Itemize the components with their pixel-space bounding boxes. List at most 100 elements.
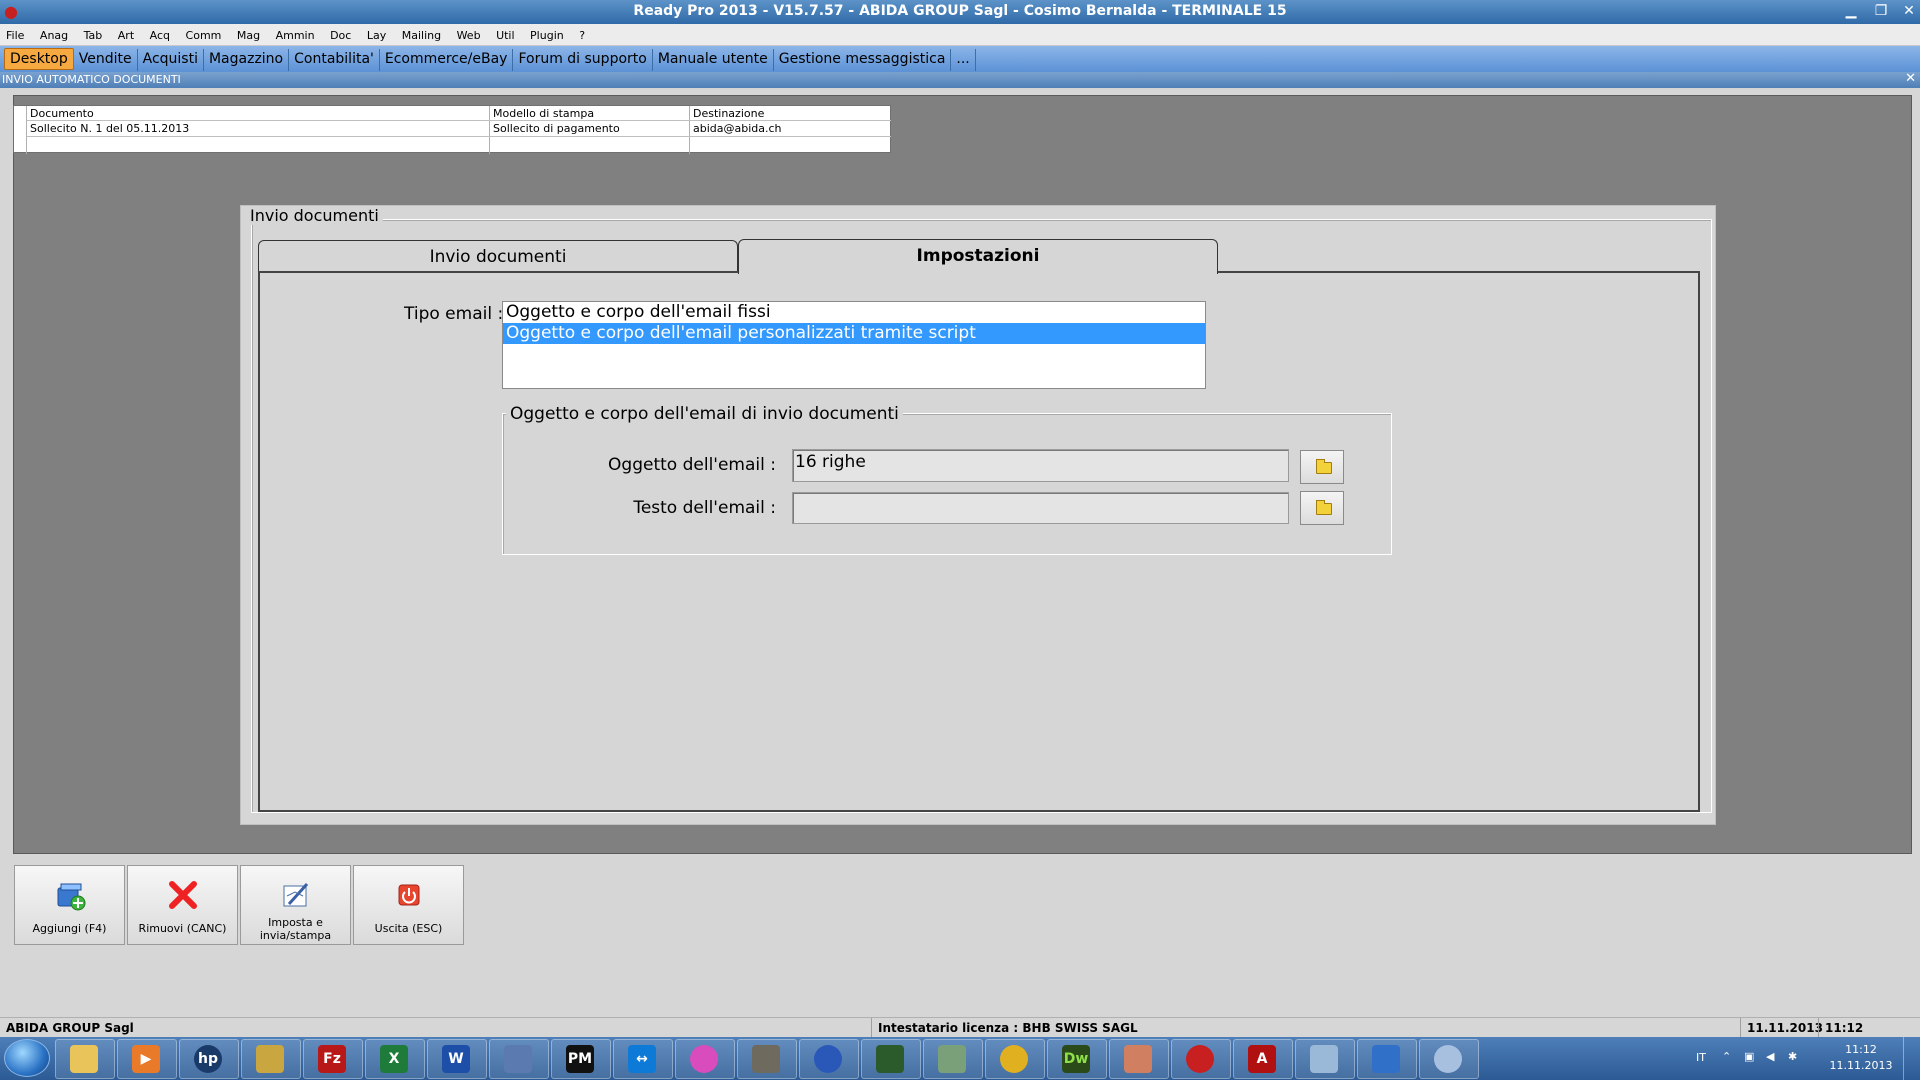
picasa-icon[interactable] [675, 1039, 735, 1079]
status-bar: ABIDA GROUP Sagl Intestatario licenza : … [0, 1017, 1920, 1038]
grid-header-destinazione[interactable]: Destinazione [693, 107, 764, 120]
testo-label: Testo dell'email : [633, 498, 776, 518]
menu-tab[interactable]: Tab [78, 24, 109, 42]
word-icon[interactable]: W [427, 1039, 487, 1079]
quicktab-manuale[interactable]: Manuale utente [653, 49, 774, 71]
cards-icon[interactable] [1109, 1039, 1169, 1079]
oggetto-label: Oggetto dell'email : [608, 455, 776, 475]
explorer-icon[interactable] [55, 1039, 115, 1079]
testo-browse-button[interactable] [1300, 491, 1344, 525]
section-title: INVIO AUTOMATICO DOCUMENTI [2, 73, 181, 86]
oggetto-browse-button[interactable] [1300, 450, 1344, 484]
status-time: 11:12 [1818, 1018, 1863, 1038]
oggetto-field[interactable]: 16 righe [792, 449, 1289, 482]
tray-network-icon[interactable]: ▣ [1744, 1050, 1754, 1063]
grid-cell-documento[interactable]: Sollecito N. 1 del 05.11.2013 [30, 122, 189, 135]
chrome-icon[interactable] [985, 1039, 1045, 1079]
exit-button-label: Uscita (ESC) [374, 922, 443, 935]
tipo-email-option-fissi[interactable]: Oggetto e corpo dell'email fissi [503, 302, 1205, 323]
archive-icon[interactable] [241, 1039, 301, 1079]
start-button[interactable] [4, 1039, 50, 1077]
strawberry-icon[interactable] [1171, 1039, 1231, 1079]
tray-language[interactable]: IT [1696, 1051, 1706, 1064]
menu-web[interactable]: Web [451, 24, 487, 42]
media-player-icon[interactable]: ▶ [117, 1039, 177, 1079]
acrobat-icon[interactable]: A [1233, 1039, 1293, 1079]
quicktab-more[interactable]: ... [951, 49, 976, 71]
menu-ammin[interactable]: Ammin [270, 24, 321, 42]
filezilla-icon[interactable]: Fz [303, 1039, 363, 1079]
hp-icon[interactable]: hp [179, 1039, 239, 1079]
quicktab-magazzino[interactable]: Magazzino [204, 49, 290, 71]
menu-help[interactable]: ? [573, 24, 591, 42]
restore-icon[interactable]: ❐ [1868, 1, 1894, 21]
paint-icon[interactable] [1419, 1039, 1479, 1079]
edit-send-icon [283, 882, 309, 907]
gimp-icon[interactable] [737, 1039, 797, 1079]
terminal-icon[interactable] [861, 1039, 921, 1079]
menu-mailing[interactable]: Mailing [396, 24, 447, 42]
transfer-icon[interactable] [1357, 1039, 1417, 1079]
add-document-icon [57, 883, 86, 911]
close-window-icon[interactable]: ✕ [1896, 1, 1920, 21]
remove-button[interactable]: Rimuovi (CANC) [127, 865, 238, 945]
tray-volume-icon[interactable]: ◀ [1766, 1050, 1774, 1063]
menu-mag[interactable]: Mag [231, 24, 266, 42]
tab-impostazioni[interactable]: Impostazioni [738, 239, 1218, 274]
tipo-email-listbox[interactable]: Oggetto e corpo dell'email fissi Oggetto… [502, 301, 1206, 389]
menu-anag[interactable]: Anag [34, 24, 74, 42]
network-icon[interactable] [489, 1039, 549, 1079]
tray-time[interactable]: 11:12 [1826, 1043, 1896, 1056]
testo-field[interactable] [792, 492, 1289, 524]
quicktab-acquisti[interactable]: Acquisti [138, 49, 204, 71]
tab-invio-documenti[interactable]: Invio documenti [258, 240, 738, 272]
add-button-label: Aggiungi (F4) [32, 922, 107, 935]
pm-icon[interactable]: PM [551, 1039, 611, 1079]
send-print-button[interactable]: Imposta e invia/stampa [240, 865, 351, 945]
documents-grid[interactable]: Documento Modello di stampa Destinazione… [13, 105, 891, 154]
print-icon[interactable] [923, 1039, 983, 1079]
menu-lay[interactable]: Lay [361, 24, 392, 42]
tipo-email-option-script[interactable]: Oggetto e corpo dell'email personalizzat… [503, 323, 1205, 344]
power-icon [398, 884, 420, 906]
quicktab-ecommerce[interactable]: Ecommerce/eBay [380, 49, 514, 71]
quick-tabs-bar: Desktop Vendite Acquisti Magazzino Contabili… [0, 46, 1920, 72]
exit-button[interactable]: Uscita (ESC) [353, 865, 464, 945]
grid-column-divider [489, 106, 490, 154]
minimize-icon[interactable]: ▁ [1838, 1, 1864, 21]
excel-icon[interactable]: X [365, 1039, 425, 1079]
grid-header-documento[interactable]: Documento [30, 107, 94, 120]
menu-acq[interactable]: Acq [144, 24, 176, 42]
add-button[interactable]: Aggiungi (F4) [14, 865, 125, 945]
quicktab-forum[interactable]: Forum di supporto [513, 49, 653, 71]
quicktab-vendite[interactable]: Vendite [74, 49, 138, 71]
grid-row-divider [27, 136, 891, 137]
quicktab-contabilita[interactable]: Contabilita' [289, 49, 380, 71]
show-desktop-button[interactable] [1903, 1037, 1916, 1080]
tipo-email-label: Tipo email : [404, 304, 504, 324]
email-settings-title: Oggetto e corpo dell'email di invio docu… [506, 404, 903, 424]
quicktab-messaggistica[interactable]: Gestione messaggistica [774, 49, 952, 71]
menu-art[interactable]: Art [112, 24, 140, 42]
dreamweaver-icon[interactable]: Dw [1047, 1039, 1107, 1079]
menu-plugin[interactable]: Plugin [524, 24, 570, 42]
menu-util[interactable]: Util [490, 24, 520, 42]
status-date: 11.11.2013 [1740, 1018, 1823, 1038]
menu-doc[interactable]: Doc [324, 24, 357, 42]
menu-file[interactable]: File [0, 24, 30, 42]
grid-header-modello[interactable]: Modello di stampa [493, 107, 594, 120]
quicktab-desktop[interactable]: Desktop [4, 48, 74, 70]
menu-bar: File Anag Tab Art Acq Comm Mag Ammin Doc… [0, 24, 1920, 46]
folder-icon [1316, 500, 1332, 515]
close-section-icon[interactable]: ✕ [1905, 71, 1916, 86]
tray-arrow-icon[interactable]: ⌃ [1722, 1050, 1731, 1063]
menu-comm[interactable]: Comm [180, 24, 228, 42]
tray-date[interactable]: 11.11.2013 [1826, 1059, 1896, 1072]
sync-icon[interactable] [799, 1039, 859, 1079]
notepad-icon[interactable] [1295, 1039, 1355, 1079]
grid-header-divider [27, 120, 891, 121]
teamviewer-icon[interactable]: ↔ [613, 1039, 673, 1079]
tray-sync-icon[interactable]: ✱ [1788, 1050, 1797, 1063]
grid-cell-modello[interactable]: Sollecito di pagamento [493, 122, 620, 135]
grid-cell-destinazione[interactable]: abida@abida.ch [693, 122, 782, 135]
